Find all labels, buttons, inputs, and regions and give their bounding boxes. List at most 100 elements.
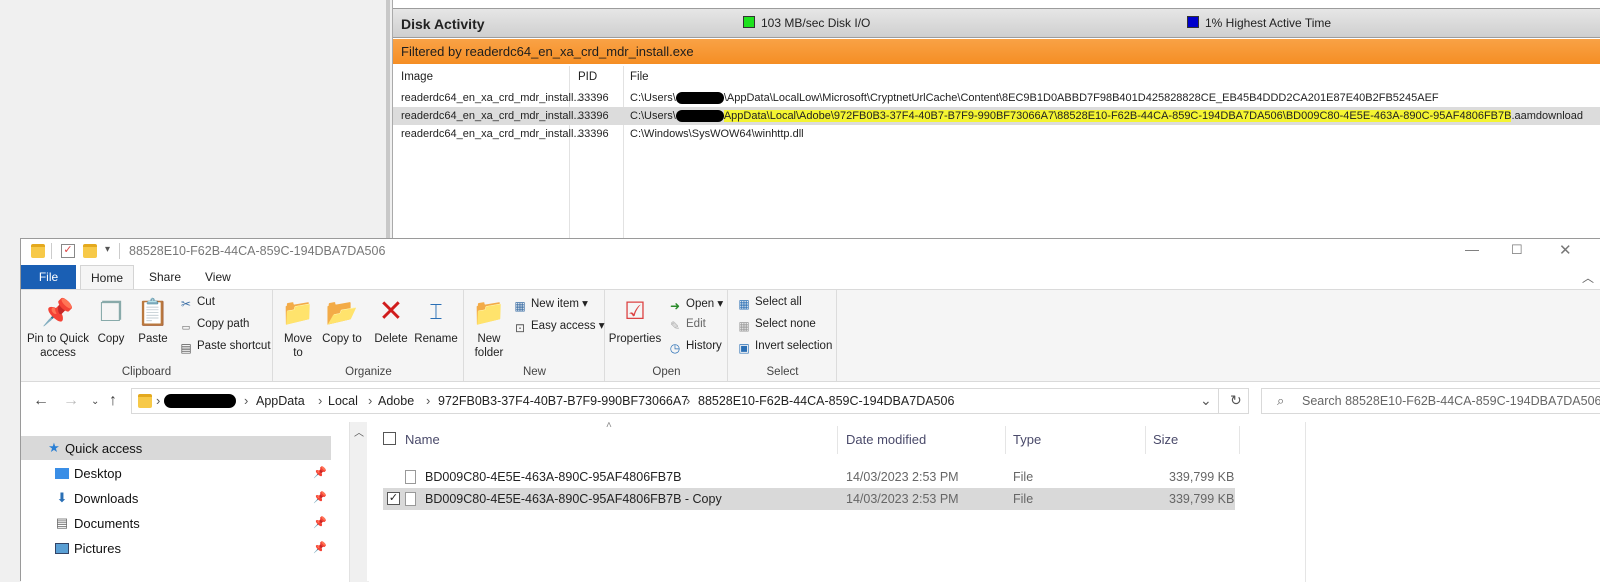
column-divider [1005, 426, 1006, 454]
disk-activity-header[interactable]: Disk Activity 103 MB/sec Disk I/O 1% Hig… [393, 8, 1600, 38]
pin-icon[interactable]: 📌 [313, 541, 327, 554]
breadcrumb-item[interactable]: Adobe [378, 394, 414, 408]
disk-io-stat: 103 MB/sec Disk I/O [761, 16, 871, 30]
chevron-right-icon[interactable]: › [318, 393, 322, 408]
pin-icon[interactable]: 📌 [313, 466, 327, 479]
paste-label: Paste [138, 333, 168, 345]
pin-to-quick-access-button[interactable]: 📌 Pin to Quick access [27, 296, 89, 360]
file-row-selected[interactable]: ✓ BD009C80-4E5E-463A-890C-95AF4806FB7B -… [383, 488, 1235, 510]
active-time-legend-swatch [1187, 16, 1199, 28]
address-bar: ← → ⌄ ↑ › › AppData › Local › Adobe › 97… [21, 383, 1600, 419]
copy-to-button[interactable]: 📂 Copy to [322, 296, 362, 346]
new-folder-button[interactable]: 📁 New folder [469, 296, 509, 360]
new-folder-quick-icon[interactable] [83, 244, 97, 258]
customize-toolbar-icon[interactable]: ▾ [105, 244, 110, 255]
properties-quick-icon[interactable]: ✓ [61, 244, 75, 258]
nav-quick-access[interactable]: ★ Quick access [21, 436, 331, 460]
io-legend-swatch [743, 16, 755, 28]
cut-button[interactable]: ✂ Cut [179, 296, 215, 311]
copy-button[interactable]: ❐ Copy [93, 296, 129, 346]
column-type[interactable]: Type [1013, 432, 1041, 447]
pin-icon[interactable]: 📌 [313, 516, 327, 529]
filter-bar: Filtered by readerdc64_en_xa_crd_mdr_ins… [393, 39, 1600, 64]
invert-selection-icon: ▣ [738, 341, 750, 355]
minimize-icon[interactable]: — [1465, 241, 1479, 257]
history-button[interactable]: ◷ History [668, 340, 722, 355]
chevron-right-icon[interactable]: › [244, 393, 248, 408]
table-row-selected[interactable]: readerdc64_en_xa_crd_mdr_install... 3339… [393, 107, 1600, 125]
paste-shortcut-button[interactable]: ▤ Paste shortcut [179, 340, 271, 355]
tab-view[interactable]: View [195, 265, 241, 289]
paste-shortcut-icon: ▤ [180, 341, 192, 355]
navigation-scrollbar[interactable]: ︿ [349, 422, 367, 582]
properties-label: Properties [608, 333, 662, 345]
easy-access-button[interactable]: ⊡ Easy access ▾ [513, 318, 605, 335]
nav-downloads[interactable]: ⬇ Downloads 📌 [21, 486, 331, 510]
nav-label: Desktop [74, 466, 122, 481]
column-size[interactable]: Size [1153, 432, 1178, 447]
tab-home[interactable]: Home [80, 265, 135, 289]
search-input[interactable]: Search 88528E10-F62B-44CA-859C-194DBA7DA… [1261, 388, 1600, 414]
chevron-right-icon[interactable]: › [426, 393, 430, 408]
maximize-icon[interactable]: ☐ [1511, 242, 1523, 258]
chevron-right-icon[interactable]: › [686, 393, 690, 408]
star-icon: ★ [48, 440, 60, 455]
column-file[interactable]: File [630, 71, 649, 83]
redacted-username [675, 110, 724, 123]
file-path-start: C:\Users\ [630, 92, 676, 104]
breadcrumb-item[interactable]: AppData [256, 394, 305, 408]
chevron-right-icon[interactable]: › [156, 393, 160, 408]
address-path[interactable]: › › AppData › Local › Adobe › 972FB0B3-3… [131, 388, 1249, 414]
file-size: 339,799 KB [1169, 470, 1235, 484]
edit-button[interactable]: ✎ Edit [668, 318, 706, 333]
close-icon[interactable]: ✕ [1559, 241, 1572, 259]
up-arrow-icon[interactable]: ↑ [109, 392, 117, 410]
file-name: BD009C80-4E5E-463A-890C-95AF4806FB7B - C… [425, 492, 722, 506]
column-name[interactable]: Name [405, 432, 440, 447]
invert-selection-button[interactable]: ▣ Invert selection [737, 340, 832, 355]
new-item-button[interactable]: ▦ New item ▾ [513, 296, 588, 313]
select-none-button[interactable]: ▦ Select none [737, 318, 815, 333]
recent-locations-icon[interactable]: ⌄ [91, 396, 99, 407]
select-all-checkbox[interactable] [383, 432, 396, 445]
column-image[interactable]: Image [401, 71, 433, 83]
properties-icon: ☑ [624, 298, 646, 325]
open-button[interactable]: ➜ Open ▾ [668, 296, 723, 313]
table-row[interactable]: readerdc64_en_xa_crd_mdr_install... 3339… [393, 125, 1600, 143]
copy-path-button[interactable]: ▭ Copy path [179, 318, 250, 334]
select-all-button[interactable]: ▦ Select all [737, 296, 801, 311]
nav-pictures[interactable]: Pictures 📌 [21, 536, 331, 560]
delete-button[interactable]: ✕ Delete [370, 296, 412, 346]
table-row[interactable]: readerdc64_en_xa_crd_mdr_install... 3339… [393, 89, 1600, 107]
move-to-button[interactable]: 📁 Move to [278, 296, 318, 360]
group-label: New [522, 366, 546, 378]
refresh-icon[interactable]: ↻ [1230, 392, 1242, 409]
nav-documents[interactable]: ▤ Documents 📌 [21, 511, 331, 535]
breadcrumb-item[interactable]: Local [328, 394, 358, 408]
group-label: Clipboard [121, 366, 172, 378]
chevron-down-icon[interactable]: ⌄ [1200, 392, 1212, 409]
tab-share[interactable]: Share [139, 265, 191, 289]
rename-button[interactable]: ⌶ Rename [414, 296, 458, 346]
row-checkbox[interactable]: ✓ [387, 492, 400, 505]
properties-button[interactable]: ☑ Properties [608, 296, 662, 346]
row-file: C:\Windows\SysWOW64\winhttp.dll [630, 128, 804, 140]
scroll-up-icon[interactable]: ︿ [354, 424, 364, 439]
title-bar[interactable]: ✓ ▾ 88528E10-F62B-44CA-859C-194DBA7DA506… [21, 239, 1600, 265]
paste-button[interactable]: 📋 Paste [135, 296, 171, 346]
forward-arrow-icon[interactable]: → [63, 392, 79, 410]
new-item-icon: ▦ [514, 299, 526, 313]
paste-shortcut-label: Paste shortcut [197, 340, 271, 352]
tab-file[interactable]: File [21, 265, 76, 289]
chevron-up-icon[interactable]: ︿ [1582, 269, 1594, 286]
breadcrumb-item[interactable]: 972FB0B3-37F4-40B7-B7F9-990BF73066A7 [438, 394, 688, 408]
pin-icon[interactable]: 📌 [313, 491, 327, 504]
disk-activity-panel: Disk Activity 103 MB/sec Disk I/O 1% Hig… [392, 0, 1600, 240]
column-date-modified[interactable]: Date modified [846, 432, 926, 447]
back-arrow-icon[interactable]: ← [33, 392, 49, 410]
breadcrumb-item[interactable]: 88528E10-F62B-44CA-859C-194DBA7DA506 [698, 394, 954, 408]
file-row[interactable]: BD009C80-4E5E-463A-890C-95AF4806FB7B 14/… [383, 466, 1235, 488]
nav-desktop[interactable]: Desktop 📌 [21, 461, 331, 485]
column-pid[interactable]: PID [578, 71, 597, 83]
chevron-right-icon[interactable]: › [368, 393, 372, 408]
